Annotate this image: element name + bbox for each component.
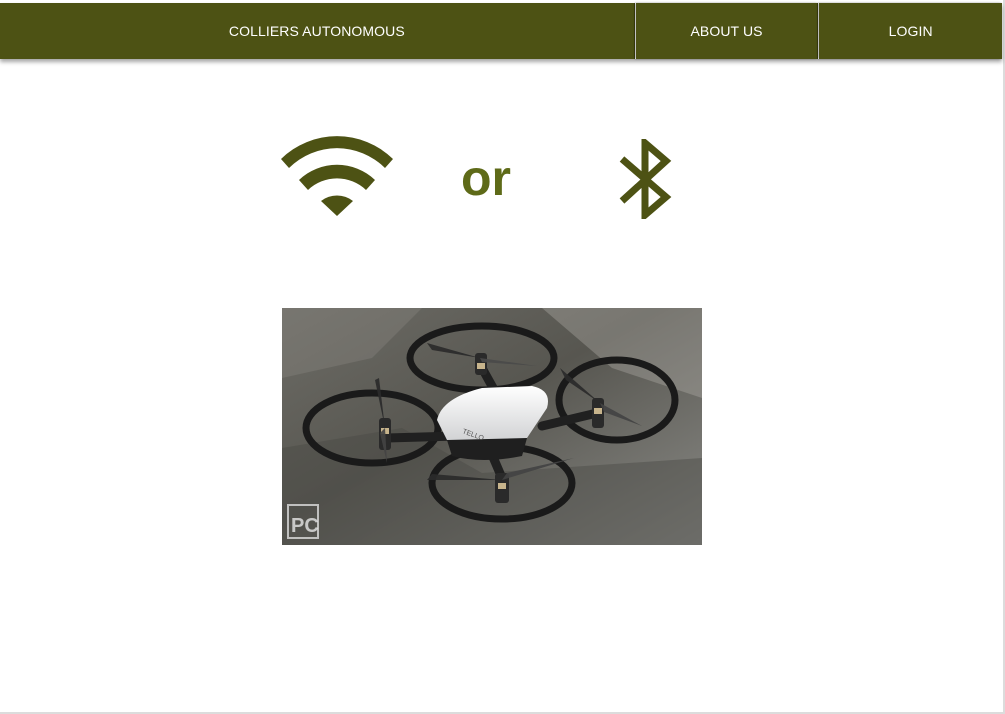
top-navbar: COLLIERS AUTONOMOUS ABOUT US LOGIN	[0, 3, 1003, 59]
wifi-icon[interactable]	[281, 135, 393, 217]
svg-text:PC: PC	[291, 515, 319, 537]
nav-about-us-link[interactable]: ABOUT US	[635, 3, 819, 59]
drone-photo: TELLO PC	[282, 308, 702, 545]
nav-brand-link[interactable]: COLLIERS AUTONOMOUS	[0, 3, 635, 59]
or-separator: or	[461, 150, 511, 206]
nav-login-link[interactable]: LOGIN	[819, 3, 1003, 59]
page-frame: COLLIERS AUTONOMOUS ABOUT US LOGIN or TE…	[0, 0, 1005, 714]
bluetooth-icon[interactable]	[618, 139, 672, 219]
